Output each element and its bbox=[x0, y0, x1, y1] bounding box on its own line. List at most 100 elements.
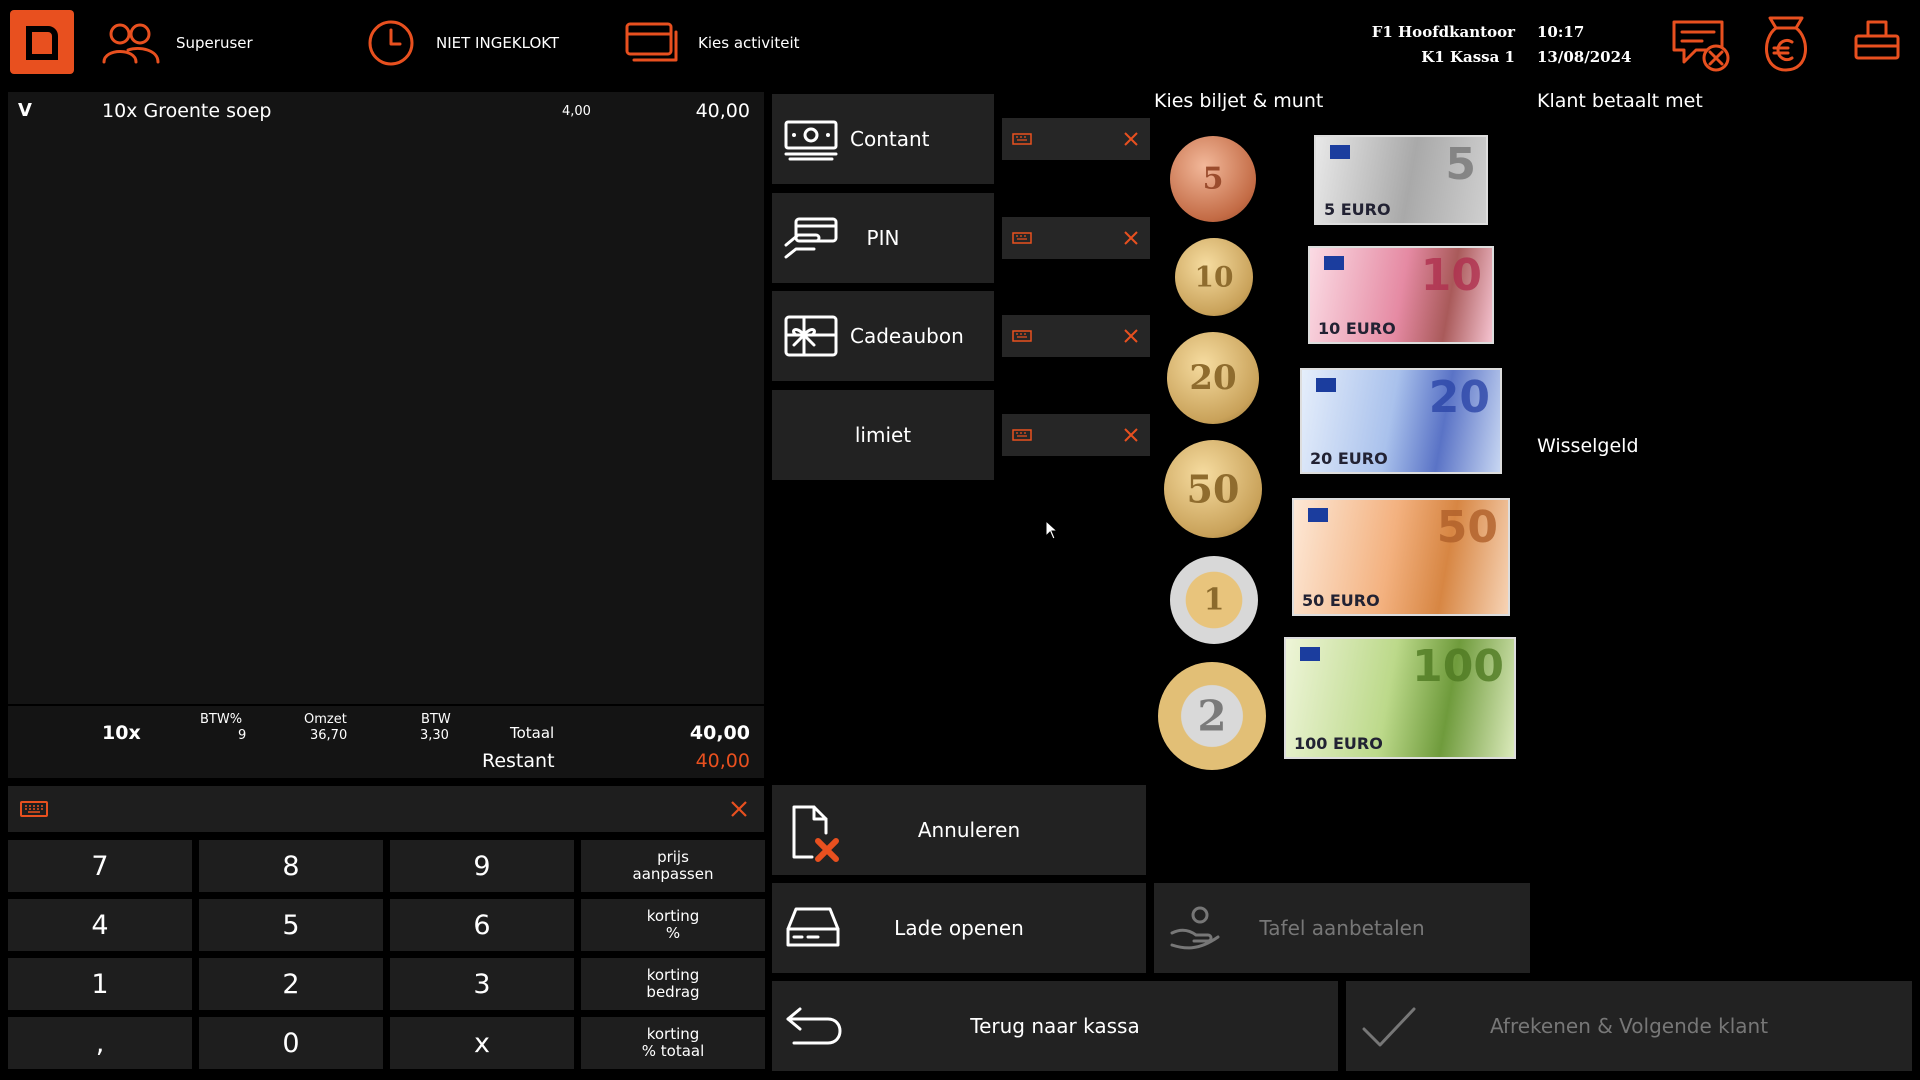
cancel-label: Annuleren bbox=[917, 818, 1021, 842]
keyboard-icon[interactable] bbox=[1012, 330, 1032, 342]
message-cancel-icon[interactable] bbox=[1670, 16, 1732, 74]
eu-flag-icon bbox=[1330, 145, 1350, 159]
payment-giftcard-field[interactable] bbox=[1002, 315, 1150, 357]
eu-flag-icon bbox=[1300, 647, 1320, 661]
key-8[interactable]: 8 bbox=[199, 840, 383, 892]
clear-icon[interactable] bbox=[1124, 132, 1138, 146]
payment-pin-field[interactable] bbox=[1002, 217, 1150, 259]
payment-cash-label: Contant bbox=[850, 127, 930, 151]
payment-limit-button[interactable]: limiet bbox=[772, 390, 994, 480]
keyboard-icon[interactable] bbox=[1012, 232, 1032, 244]
payment-limit-label: limiet bbox=[854, 423, 912, 447]
payment-giftcard-button[interactable]: Cadeaubon bbox=[772, 291, 994, 381]
line-amount: 40,00 bbox=[695, 100, 750, 122]
clear-icon[interactable] bbox=[730, 800, 748, 818]
btw-value: 3,30 bbox=[420, 728, 449, 743]
back-to-register-button[interactable]: Terug naar kassa bbox=[772, 981, 1338, 1071]
key-6[interactable]: 6 bbox=[390, 899, 574, 951]
key-discount-percent[interactable]: korting % bbox=[581, 899, 765, 951]
payment-giftcard-label: Cadeaubon bbox=[850, 324, 964, 348]
back-label: Terug naar kassa bbox=[970, 1014, 1140, 1038]
cancel-button[interactable]: Annuleren bbox=[772, 785, 1146, 875]
payment-cash-button[interactable]: Contant bbox=[772, 94, 994, 184]
clock-date: 13/08/2024 bbox=[1537, 48, 1632, 66]
key-4[interactable]: 4 bbox=[8, 899, 192, 951]
line-flag: V bbox=[18, 100, 32, 121]
summary-quantity: 10x bbox=[102, 722, 141, 744]
key-comma[interactable]: , bbox=[8, 1017, 192, 1069]
coin-1-euro[interactable]: 1 bbox=[1170, 556, 1258, 644]
activity-cards-icon bbox=[625, 22, 678, 62]
banknote-50-euro[interactable]: 50 50 EURO bbox=[1292, 498, 1510, 616]
key-7[interactable]: 7 bbox=[8, 840, 192, 892]
activity-button[interactable]: Kies activiteit bbox=[624, 18, 800, 68]
cash-icon bbox=[784, 120, 838, 161]
key-1[interactable]: 1 bbox=[8, 958, 192, 1010]
location-line1: F1 Hoofdkantoor bbox=[1371, 23, 1515, 41]
order-summary: 10x BTW% 9 Omzet 36,70 BTW 3,30 Totaal 4… bbox=[8, 706, 764, 778]
remaining-value: 40,00 bbox=[695, 750, 750, 772]
key-discount-total-percent[interactable]: korting % totaal bbox=[581, 1017, 765, 1069]
total-label: Totaal bbox=[510, 724, 555, 742]
open-drawer-button[interactable]: Lade openen bbox=[772, 883, 1146, 973]
checkout-next-button[interactable]: Afrekenen & Volgende klant bbox=[1346, 981, 1912, 1071]
clock-in-button[interactable]: NIET INGEKLOKT bbox=[366, 18, 559, 68]
users-icon bbox=[102, 23, 160, 64]
gift-card-icon bbox=[784, 315, 838, 357]
clock-time: 10:17 bbox=[1537, 23, 1585, 41]
table-row[interactable]: V 10x Groente soep 4,00 40,00 bbox=[8, 92, 764, 128]
key-9[interactable]: 9 bbox=[390, 840, 574, 892]
table-prepay-button[interactable]: Tafel aanbetalen bbox=[1154, 883, 1530, 973]
drawer-icon bbox=[786, 907, 840, 947]
datetime-info: 10:17 13/08/2024 bbox=[1537, 20, 1631, 70]
key-3[interactable]: 3 bbox=[390, 958, 574, 1010]
coin-10-cent[interactable]: 10 bbox=[1175, 238, 1253, 316]
document-cancel-icon bbox=[792, 805, 839, 862]
location-info: F1 Hoofdkantoor K1 Kassa 1 bbox=[1372, 20, 1515, 70]
payment-limit-field[interactable] bbox=[1002, 414, 1150, 456]
checkout-label: Afrekenen & Volgende klant bbox=[1489, 1014, 1769, 1038]
coin-2-euro[interactable]: 2 bbox=[1158, 662, 1266, 770]
eu-flag-icon bbox=[1324, 256, 1344, 270]
coin-50-cent[interactable]: 50 bbox=[1164, 440, 1262, 538]
key-adjust-price[interactable]: prijs aanpassen bbox=[581, 840, 765, 892]
coin-5-cent[interactable]: 5 bbox=[1170, 136, 1256, 222]
open-drawer-label: Lade openen bbox=[894, 916, 1024, 940]
btw-pct-value: 9 bbox=[238, 728, 247, 743]
change-label: Wisselgeld bbox=[1537, 435, 1639, 457]
clock-icon bbox=[368, 20, 414, 66]
key-multiply[interactable]: x bbox=[390, 1017, 574, 1069]
clock-status: NIET INGEKLOKT bbox=[436, 34, 560, 52]
user-name: Superuser bbox=[176, 34, 253, 52]
banknote-5-euro[interactable]: 5 5 EURO bbox=[1314, 135, 1488, 225]
eu-flag-icon bbox=[1316, 378, 1336, 392]
table-prepay-label: Tafel aanbetalen bbox=[1259, 916, 1425, 940]
eu-flag-icon bbox=[1308, 508, 1328, 522]
payment-pin-label: PIN bbox=[866, 226, 900, 250]
money-bag-icon[interactable] bbox=[1760, 14, 1812, 74]
key-discount-amount[interactable]: korting bedrag bbox=[581, 958, 765, 1010]
customer-pays-label: Klant betaalt met bbox=[1537, 90, 1703, 112]
coin-20-cent[interactable]: 20 bbox=[1167, 332, 1259, 424]
register-icon[interactable] bbox=[1852, 18, 1902, 62]
payment-pin-button[interactable]: PIN bbox=[772, 193, 994, 283]
keyboard-icon[interactable] bbox=[20, 801, 48, 817]
user-button[interactable]: Superuser bbox=[100, 18, 253, 68]
key-2[interactable]: 2 bbox=[199, 958, 383, 1010]
banknote-100-euro[interactable]: 100 100 EURO bbox=[1284, 637, 1516, 759]
clear-icon[interactable] bbox=[1124, 231, 1138, 245]
keyboard-icon[interactable] bbox=[1012, 429, 1032, 441]
banknote-10-euro[interactable]: 10 10 EURO bbox=[1308, 246, 1494, 344]
check-icon bbox=[1362, 1007, 1416, 1047]
banknote-20-euro[interactable]: 20 20 EURO bbox=[1300, 368, 1502, 474]
app-logo[interactable] bbox=[10, 10, 74, 74]
clear-icon[interactable] bbox=[1124, 329, 1138, 343]
keyboard-icon[interactable] bbox=[1012, 133, 1032, 145]
location-line2: K1 Kassa 1 bbox=[1421, 48, 1515, 66]
mouse-cursor-icon bbox=[1045, 520, 1059, 540]
payment-cash-field[interactable] bbox=[1002, 118, 1150, 160]
key-0[interactable]: 0 bbox=[199, 1017, 383, 1069]
key-5[interactable]: 5 bbox=[199, 899, 383, 951]
keypad-input[interactable] bbox=[8, 786, 764, 832]
clear-icon[interactable] bbox=[1124, 428, 1138, 442]
